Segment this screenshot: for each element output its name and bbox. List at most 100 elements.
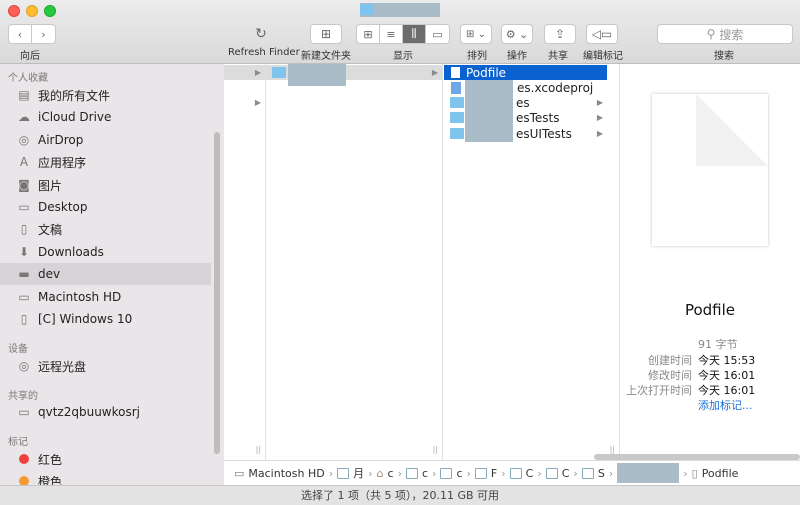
gallery-view-button[interactable]: ▭: [426, 25, 449, 43]
back-label: 向后: [20, 51, 40, 62]
path-segment[interactable]: 月: [353, 465, 364, 481]
folder-icon: [509, 467, 522, 479]
sidebar-item-label: dev: [38, 267, 61, 281]
sidebar-item-remote-disc[interactable]: ◎ 远程光盘: [0, 355, 211, 377]
zoom-window-button[interactable]: [44, 5, 56, 17]
arrange-label: 排列: [467, 51, 487, 62]
sidebar-item-macintosh-hd[interactable]: ▭ Macintosh HD: [0, 286, 211, 308]
chevron-right-icon: ›: [397, 466, 402, 480]
hard-drive-icon: ▭: [234, 466, 245, 480]
search-input[interactable]: ⚲ 搜索: [657, 24, 793, 44]
new-folder-button[interactable]: ⊞: [310, 24, 342, 44]
modified-value: 今天 16:01: [698, 369, 756, 382]
sidebar-item-icloud-drive[interactable]: ☁ iCloud Drive: [0, 106, 211, 128]
column-resize-handle[interactable]: ||: [256, 445, 261, 454]
list-item[interactable]: ▶: [224, 95, 265, 110]
refresh-finder-button[interactable]: ↻: [250, 24, 272, 44]
list-item-label: es.xcodeproj: [517, 80, 594, 95]
sidebar-item-applications[interactable]: A 应用程序: [0, 151, 211, 173]
action-button[interactable]: ⚙ ⌄: [501, 24, 533, 44]
cloud-icon: ☁: [18, 110, 30, 124]
sidebar-item-airdrop[interactable]: ◎ AirDrop: [0, 129, 211, 151]
preview-pane: Podfile 91 字节 创建时间 今天 15:53 修改时间 今天 16:0…: [620, 64, 800, 460]
chevron-left-icon: ‹: [17, 27, 23, 41]
sidebar-item-windows-10[interactable]: ▯ [C] Windows 10: [0, 308, 211, 330]
arrange-icon: ⊞ ⌄: [466, 28, 486, 40]
arrange-button[interactable]: ⊞ ⌄: [460, 24, 492, 44]
sidebar-item-tag-orange[interactable]: 橙色: [0, 470, 211, 485]
list-item-parent[interactable]: ▶: [224, 65, 265, 80]
path-segment[interactable]: Macintosh HD: [248, 467, 324, 480]
gear-icon: ⚙ ⌄: [505, 27, 529, 41]
forward-button[interactable]: ›: [32, 25, 55, 43]
search-icon: ⚲: [706, 27, 716, 41]
add-tags-link[interactable]: 添加标记...: [698, 397, 753, 413]
sidebar-item-dev[interactable]: ▬ dev: [0, 263, 211, 285]
path-segment[interactable]: C: [526, 467, 534, 480]
sidebar-item-label: Downloads: [38, 245, 104, 259]
created-label: 创建时间: [648, 354, 692, 367]
sidebar-item-tag-red[interactable]: 红色: [0, 448, 211, 470]
new-folder-icon: ⊞: [320, 27, 332, 41]
preview-file-name: Podfile: [684, 301, 736, 319]
back-button[interactable]: ‹: [9, 25, 32, 43]
path-segment-current[interactable]: Podfile: [702, 467, 739, 480]
airdrop-icon: ◎: [18, 133, 30, 147]
path-segment[interactable]: c: [422, 467, 428, 480]
folder-icon: [405, 467, 418, 479]
sidebar-item-shared-computer[interactable]: ▭ qvtz2qbuuwkosrj: [0, 401, 211, 423]
columns-icon: ⫼: [411, 27, 417, 40]
home-icon: ⌂: [376, 466, 384, 480]
chevron-right-icon: ›: [537, 466, 542, 480]
folder-icon: [581, 467, 594, 479]
sidebar-item-downloads[interactable]: ⬇ Downloads: [0, 241, 211, 263]
applications-icon: A: [19, 155, 29, 169]
sidebar-item-label: qvtz2qbuuwkosrj: [38, 405, 140, 419]
created-value: 今天 15:53: [698, 354, 756, 367]
list-item-podfile[interactable]: Podfile: [444, 65, 607, 80]
list-item-label: es: [516, 95, 530, 110]
sidebar-item-label: iCloud Drive: [38, 110, 112, 124]
path-segment[interactable]: C: [562, 467, 570, 480]
folder-icon: [545, 467, 558, 479]
column-view-button[interactable]: ⫼: [403, 25, 426, 43]
sidebar-item-all-files[interactable]: ▤ 我的所有文件: [0, 84, 211, 106]
download-icon: ⬇: [18, 245, 30, 259]
action-label: 操作: [507, 51, 527, 62]
chevron-right-icon: ▶: [596, 129, 603, 138]
sidebar-item-label: 图片: [38, 178, 63, 193]
icon-view-button[interactable]: ⊞: [357, 25, 380, 43]
list-item-label: esUITests: [516, 126, 572, 141]
sidebar-scrollbar[interactable]: [214, 132, 220, 454]
list-item-label: esTests: [516, 110, 560, 125]
file-preview-icon: [652, 94, 768, 246]
minimize-window-button[interactable]: [26, 5, 38, 17]
path-segment[interactable]: c: [388, 467, 394, 480]
sidebar-item-pictures[interactable]: ◙ 图片: [0, 174, 211, 196]
close-window-button[interactable]: [8, 5, 20, 17]
sidebar-item-documents[interactable]: ▯ 文稿: [0, 218, 211, 240]
chevron-right-icon: ▶: [596, 113, 603, 122]
last-opened-value: 今天 16:01: [698, 384, 756, 397]
path-segment[interactable]: S: [598, 467, 605, 480]
column-resize-handle[interactable]: ||: [610, 445, 615, 454]
chevron-right-icon: ›: [432, 466, 437, 480]
sidebar-item-label: 远程光盘: [38, 359, 87, 374]
folder-icon: [450, 128, 464, 139]
share-button[interactable]: ⇪: [544, 24, 576, 44]
page-fold-icon: [696, 94, 768, 166]
column-resize-handle[interactable]: ||: [433, 445, 438, 454]
edit-tags-button[interactable]: ◁▭: [586, 24, 618, 44]
sidebar-item-label: 橙色: [38, 474, 63, 486]
preview-size: 91 字节: [698, 338, 738, 351]
folder-icon: [450, 112, 464, 123]
path-segment[interactable]: F: [491, 467, 497, 480]
view-mode-control: ⊞ ≡ ⫼ ▭: [356, 24, 450, 44]
list-view-button[interactable]: ≡: [380, 25, 403, 43]
path-segment[interactable]: c: [456, 467, 462, 480]
sidebar-item-label: 应用程序: [38, 155, 87, 170]
chevron-right-icon: ›: [608, 466, 614, 480]
computer-icon: ▭: [18, 405, 30, 419]
sidebar-item-desktop[interactable]: ▭ Desktop: [0, 196, 211, 218]
chevron-right-icon: ›: [41, 27, 46, 41]
